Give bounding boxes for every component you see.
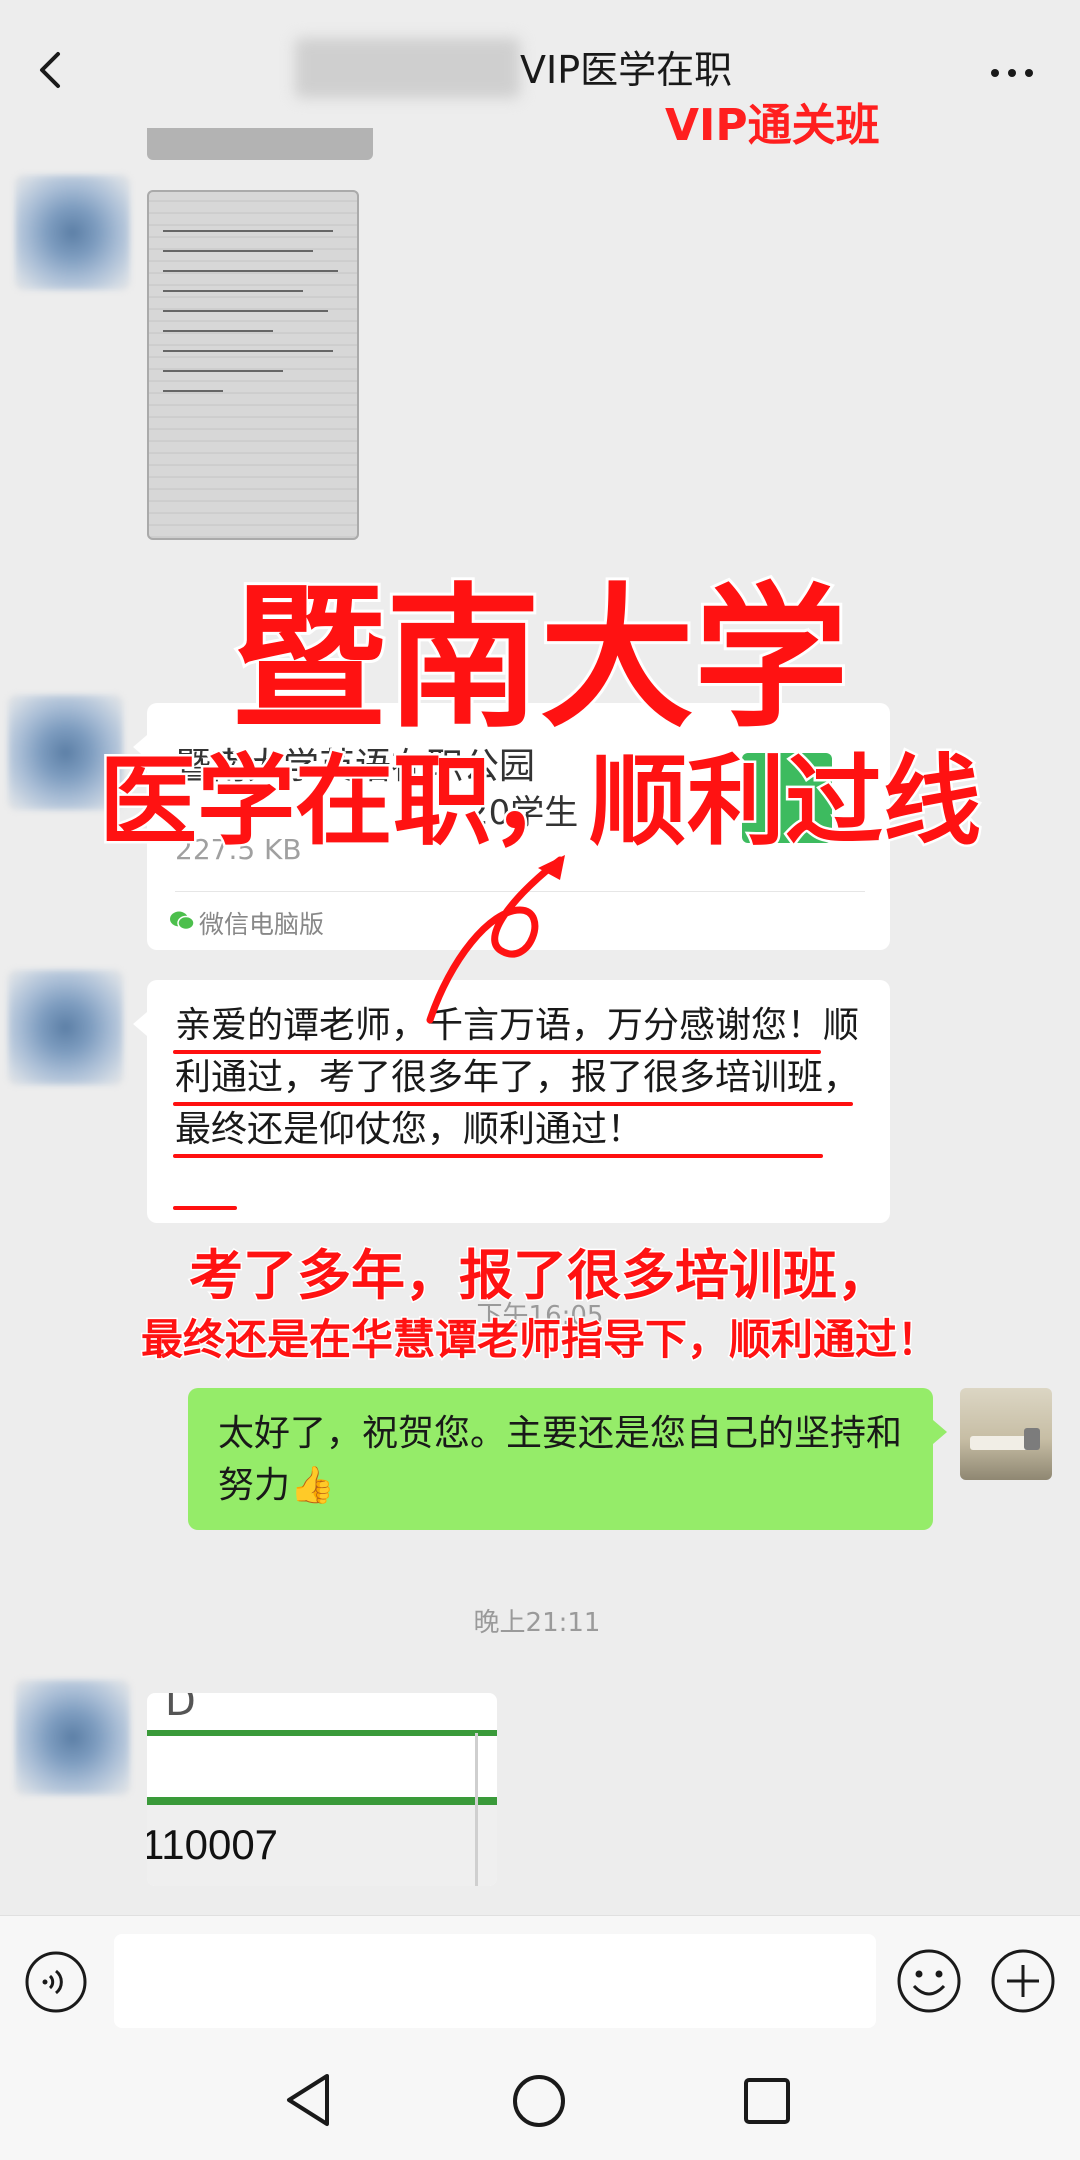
red-underline — [173, 1050, 821, 1054]
text-message-sent[interactable]: 太好了，祝贺您。主要还是您自己的坚持和努力👍 — [188, 1388, 947, 1530]
image-message-handwritten-note[interactable] — [147, 190, 359, 540]
column-letter: D — [165, 1693, 196, 1725]
image-message-score-table[interactable]: D 110007 — [147, 1693, 497, 1886]
emoji-icon[interactable] — [896, 1948, 962, 2014]
wechat-icon — [170, 911, 195, 931]
arrow-annotation — [426, 855, 565, 1024]
message-text: 太好了，祝贺您。主要还是您自己的坚持和努力👍 — [218, 1413, 903, 1506]
vip-class-tag: VIP通关班 — [665, 100, 880, 151]
overlay-subheadline: 医学在职，顺利过线 — [96, 743, 983, 862]
back-icon[interactable] — [30, 48, 74, 92]
overlay-headline: 暨南大学 — [229, 567, 851, 752]
chat-title: VIP医学在职 — [520, 48, 733, 92]
voice-icon[interactable] — [24, 1950, 88, 2014]
avatar[interactable] — [15, 1680, 130, 1795]
nav-back-icon[interactable] — [283, 2072, 333, 2128]
timestamp: 晚上21:11 — [473, 1608, 601, 1638]
plus-icon[interactable] — [990, 1948, 1056, 2014]
table-rule — [147, 1730, 497, 1736]
overlay-caption-1: 考了多年，报了很多培训班， — [188, 1243, 893, 1309]
red-underline — [173, 1154, 823, 1158]
blurred-contact-name — [295, 38, 520, 98]
table-rule — [147, 1797, 497, 1805]
file-source: 微信电脑版 — [199, 910, 325, 939]
overlay-caption-2: 最终还是在华慧谭老师指导下，顺利通过！ — [139, 1314, 940, 1366]
nav-home-icon[interactable] — [512, 2074, 566, 2128]
red-underline — [173, 1206, 237, 1210]
message-input[interactable] — [114, 1934, 876, 2028]
image-message-partial[interactable] — [147, 128, 373, 160]
avatar[interactable] — [15, 175, 130, 290]
table-col-divider — [475, 1733, 478, 1886]
table-value: 110007 — [147, 1821, 279, 1868]
nav-recent-icon[interactable] — [743, 2077, 791, 2125]
avatar[interactable] — [8, 970, 123, 1085]
self-avatar[interactable] — [960, 1388, 1052, 1480]
red-underline — [173, 1102, 853, 1106]
more-icon[interactable] — [990, 68, 1034, 78]
